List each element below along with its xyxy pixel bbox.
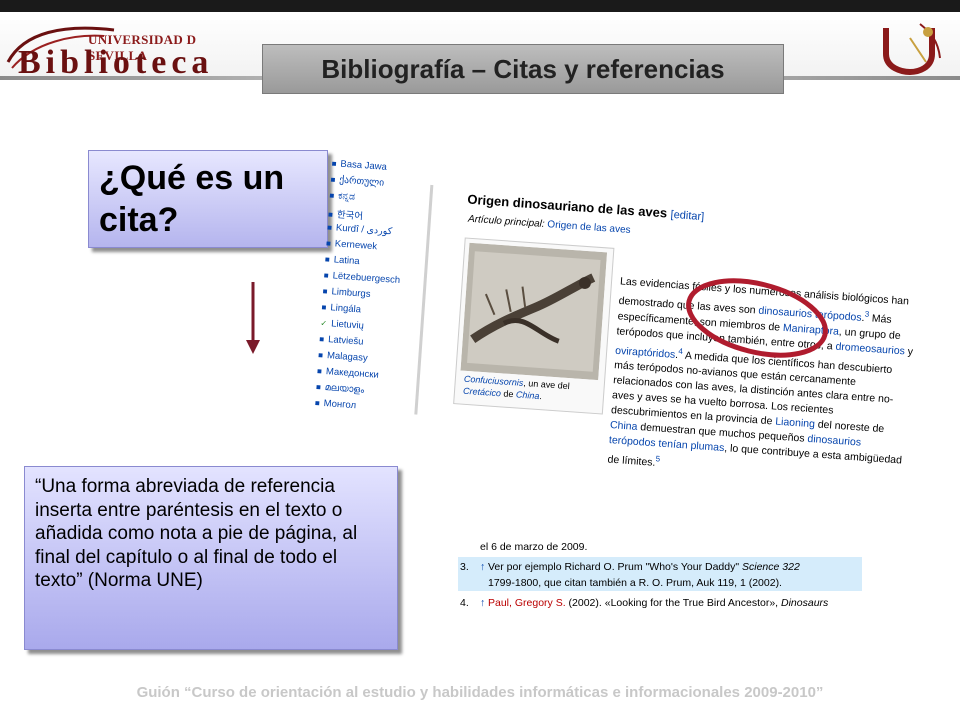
references-list: el 6 de marzo de 2009. 3. ↑ Ver por ejem… (458, 538, 862, 612)
bullet-icon: ■ (319, 334, 325, 344)
fossil-thumbnail: Confuciusornis, un ave del Cretácico de … (453, 237, 615, 415)
reference-text: 1799-1800, que citan también a R. O. Pru… (488, 577, 782, 589)
bullet-icon: ■ (315, 382, 322, 392)
bullet-icon: ■ (330, 174, 336, 185)
bullet-icon: ■ (326, 222, 333, 233)
bullet-icon: ■ (325, 238, 332, 249)
language-list: ■ Basa Jawa ■ ქართული ■ ಕನ್ನಡ ■ 한국어 ■ Kurdî /… (314, 158, 424, 412)
caption-link[interactable]: China (516, 389, 540, 401)
article-link[interactable]: China (610, 419, 638, 433)
reference-number: 4. (460, 597, 469, 609)
fossil-image[interactable] (460, 242, 608, 381)
question-text: ¿Qué es un cita? (99, 159, 285, 239)
wikipedia-screenshot: ■ Basa Jawa ■ ქართული ■ ಕನ್ನಡ ■ 한국어 ■ Kurdî /… (310, 158, 931, 519)
bullet-icon: ■ (321, 302, 327, 312)
bullet-icon: ■ (322, 286, 328, 297)
backlink-arrow-icon[interactable]: ↑ (480, 597, 485, 609)
question-box: ¿Qué es un cita? (88, 150, 328, 248)
logo-biblioteca-text: Biblioteca (18, 44, 214, 81)
reference-item-3: 3. ↑ Ver por ejemplo Richard O. Prum "Wh… (458, 557, 862, 591)
bullet-icon: ■ (323, 270, 329, 281)
main-article-note: Artículo principal: Origen de las aves (467, 213, 631, 236)
bullet-icon: ■ (316, 366, 323, 376)
bullet-icon: ■ (329, 190, 335, 201)
definition-box: “Una forma abreviada de referencia inser… (24, 466, 398, 650)
top-bar (0, 0, 960, 12)
bullet-icon: ■ (324, 254, 331, 265)
citation-highlight-ellipse (686, 278, 828, 358)
bullet-icon: ■ (314, 398, 321, 408)
author-link[interactable]: Paul, Gregory S. (488, 597, 566, 609)
definition-text: “Una forma abreviada de referencia inser… (35, 476, 358, 591)
backlink-arrow-icon[interactable]: ↑ (480, 561, 485, 573)
bullet-icon: ■ (327, 209, 334, 220)
bullet-icon: ■ (331, 158, 337, 169)
slide-title: Bibliografía – Citas y referencias (262, 44, 784, 94)
reference-number: 3. (460, 561, 469, 573)
reference-text: Ver por ejemplo Richard O. Prum "Who's Y… (488, 561, 800, 573)
article-link[interactable]: dromeosaurios (835, 340, 905, 357)
university-seal-icon (883, 23, 941, 76)
biblioteca-logo: UNIVERSIDAD D SEVILLA Biblioteca (4, 22, 254, 81)
article-link[interactable]: Liaoning (775, 416, 815, 431)
caption-link[interactable]: Cretácico (463, 386, 502, 399)
bullet-icon: ■ (317, 350, 324, 360)
citation-marker[interactable]: 5 (655, 454, 660, 463)
arrow-down-icon (246, 282, 260, 354)
article-link[interactable]: oviraptóridos (615, 344, 676, 360)
edit-link[interactable]: [editar] (670, 209, 704, 223)
good-article-icon: ✓ (320, 318, 328, 329)
reference-text: Paul, Gregory S. (2002). «Looking for th… (488, 597, 829, 609)
reference-line: el 6 de marzo de 2009. (480, 541, 588, 553)
footer-text: Guión “Curso de orientación al estudio y… (136, 684, 824, 701)
main-article-link[interactable]: Origen de las aves (547, 219, 631, 236)
